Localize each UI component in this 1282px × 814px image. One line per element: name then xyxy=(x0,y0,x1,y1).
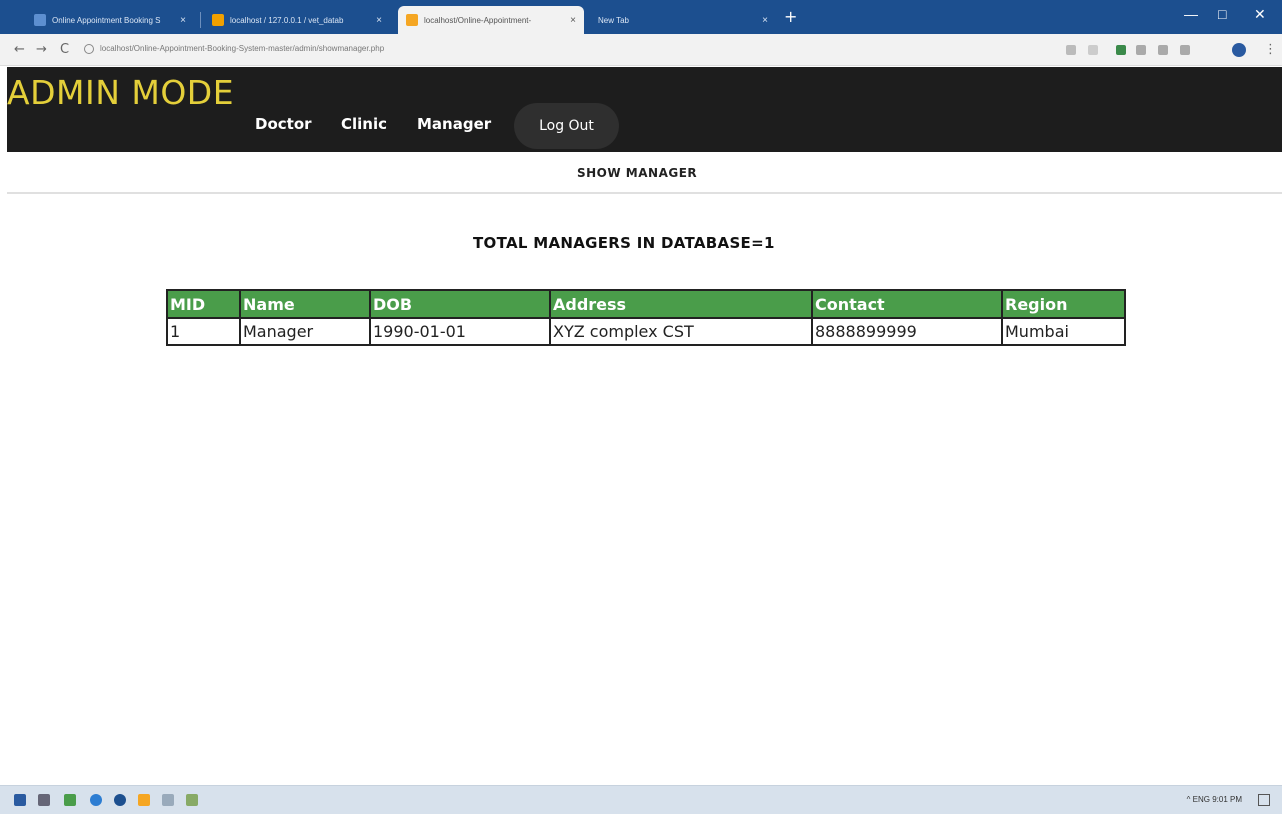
taskbar-app-icon[interactable] xyxy=(162,794,174,806)
taskbar-app-icon[interactable] xyxy=(186,794,198,806)
column-header-address: Address xyxy=(549,289,813,319)
chrome-icon[interactable] xyxy=(90,794,102,806)
file-explorer-icon[interactable] xyxy=(138,794,150,806)
forward-icon[interactable]: → xyxy=(36,42,47,57)
cell-contact: 8888899999 xyxy=(811,317,1003,346)
extension-icon[interactable] xyxy=(1180,45,1190,55)
browser-tab-2-active[interactable]: localhost/Online-Appointment- × xyxy=(398,6,584,34)
column-header-contact: Contact xyxy=(811,289,1003,319)
tab-close-icon[interactable]: × xyxy=(376,15,382,26)
column-header-mid: MID xyxy=(166,289,241,319)
site-info-icon[interactable] xyxy=(84,44,94,54)
tab-close-icon[interactable]: × xyxy=(180,15,186,26)
cell-region: Mumbai xyxy=(1001,317,1126,346)
browser-tab-strip: Online Appointment Booking S × localhost… xyxy=(0,0,1282,34)
tab-close-icon[interactable]: × xyxy=(762,15,768,26)
profile-avatar[interactable] xyxy=(1232,43,1246,57)
browser-menu-icon[interactable]: ⋮ xyxy=(1264,42,1277,57)
tab-favicon-icon xyxy=(212,14,224,26)
cell-name: Manager xyxy=(239,317,371,346)
nav-link-clinic[interactable]: Clinic xyxy=(341,115,387,133)
maximize-button[interactable]: □ xyxy=(1218,6,1226,22)
subnav-bar: SHOW MANAGER xyxy=(7,152,1282,194)
browser-address-bar: ← → C localhost/Online-Appointment-Booki… xyxy=(0,34,1282,66)
browser-tab-0[interactable]: Online Appointment Booking S × xyxy=(26,6,194,34)
table-header-row: MID Name DOB Address Contact Region xyxy=(166,289,1126,319)
column-header-region: Region xyxy=(1001,289,1126,319)
total-managers-heading: TOTAL MANAGERS IN DATABASE=1 xyxy=(473,234,775,252)
logout-button[interactable]: Log Out xyxy=(514,103,619,149)
extension-icon[interactable] xyxy=(1136,45,1146,55)
tab-favicon-icon xyxy=(406,14,418,26)
page-title: ADMIN MODE xyxy=(7,73,235,112)
tab-title: localhost/Online-Appointment- xyxy=(424,15,532,25)
nav-link-manager[interactable]: Manager xyxy=(417,115,491,133)
start-icon[interactable] xyxy=(14,794,26,806)
back-icon[interactable]: ← xyxy=(14,42,25,57)
new-tab-button[interactable]: + xyxy=(784,8,797,26)
bookmark-star-icon[interactable] xyxy=(1088,45,1098,55)
nav-link-doctor[interactable]: Doctor xyxy=(255,115,312,133)
action-center-icon[interactable] xyxy=(1258,794,1270,806)
column-header-dob: DOB xyxy=(369,289,551,319)
table-row: 1 Manager 1990-01-01 XYZ complex CST 888… xyxy=(166,317,1126,346)
system-tray-clock[interactable]: ^ ENG 9:01 PM xyxy=(1187,795,1242,804)
taskbar-app-icon[interactable] xyxy=(114,794,126,806)
taskbar-app-icon[interactable] xyxy=(64,794,76,806)
minimize-button[interactable]: — xyxy=(1184,6,1198,22)
url-text: localhost/Online-Appointment-Booking-Sys… xyxy=(100,44,385,54)
tab-title: localhost / 127.0.0.1 / vet_datab xyxy=(230,15,344,25)
window-close-button[interactable]: ✕ xyxy=(1254,6,1266,23)
extension-icon[interactable] xyxy=(1158,45,1168,55)
managers-table: MID Name DOB Address Contact Region 1 Ma… xyxy=(166,289,1126,346)
cell-mid: 1 xyxy=(166,317,241,346)
extension-shield-icon[interactable] xyxy=(1116,45,1126,55)
tab-title: New Tab xyxy=(598,15,629,25)
column-header-name: Name xyxy=(239,289,371,319)
windows-taskbar: ^ ENG 9:01 PM xyxy=(0,785,1282,814)
admin-header: ADMIN MODE Doctor Clinic Manager Log Out xyxy=(7,67,1282,152)
zoom-icon[interactable] xyxy=(1066,45,1076,55)
browser-tab-3[interactable]: New Tab × xyxy=(590,6,776,34)
url-field[interactable]: localhost/Online-Appointment-Booking-Sys… xyxy=(84,44,384,54)
page-content: ADMIN MODE Doctor Clinic Manager Log Out… xyxy=(7,67,1282,785)
cell-dob: 1990-01-01 xyxy=(369,317,551,346)
tab-close-icon[interactable]: × xyxy=(570,15,576,26)
tab-favicon-icon xyxy=(34,14,46,26)
show-manager-link[interactable]: SHOW MANAGER xyxy=(577,166,697,180)
tab-title: Online Appointment Booking S xyxy=(52,15,161,25)
browser-tab-1[interactable]: localhost / 127.0.0.1 / vet_datab × xyxy=(204,6,390,34)
cell-address: XYZ complex CST xyxy=(549,317,813,346)
task-view-icon[interactable] xyxy=(38,794,50,806)
reload-icon[interactable]: C xyxy=(60,42,69,57)
